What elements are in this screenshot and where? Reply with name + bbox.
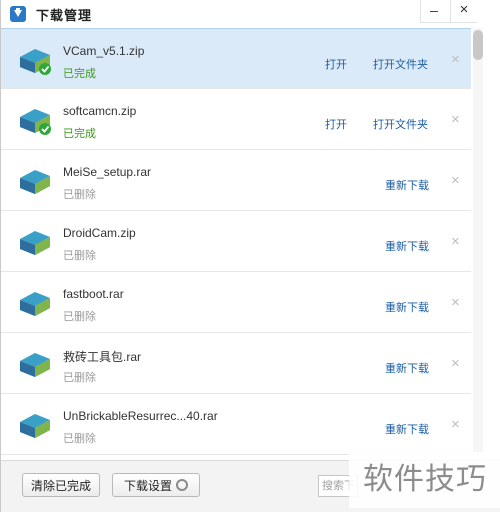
download-row-droidcam[interactable]: DroidCam.zip 已删除 重新下载 × bbox=[1, 211, 471, 272]
download-row-unbrick-toolkit[interactable]: 救砖工具包.rar 已删除 重新下载 × bbox=[1, 333, 471, 394]
green-check-icon bbox=[39, 63, 51, 75]
download-manager-window: 下载管理 – × VCam_v5.1.zip 已完成 打开 打开文件夹 × so… bbox=[0, 0, 500, 512]
download-row-fastboot[interactable]: fastboot.rar 已删除 重新下载 × bbox=[1, 272, 471, 333]
scrollbar-track[interactable] bbox=[473, 28, 483, 460]
archive-books-icon bbox=[20, 49, 51, 75]
window-right-margin bbox=[483, 0, 500, 460]
file-status: 已删除 bbox=[63, 250, 96, 262]
file-status: 已删除 bbox=[63, 433, 96, 445]
archive-books-icon bbox=[20, 109, 51, 135]
file-status: 已删除 bbox=[63, 189, 96, 201]
file-status: 已删除 bbox=[63, 311, 96, 323]
file-status: 已完成 bbox=[63, 128, 96, 140]
file-name: MeiSe_setup.rar bbox=[63, 165, 152, 179]
minimize-button[interactable]: – bbox=[420, 0, 447, 22]
file-name: softcamcn.zip bbox=[63, 104, 137, 118]
redownload-link[interactable]: 重新下载 bbox=[385, 177, 429, 193]
gear-icon bbox=[176, 479, 188, 491]
window-title: 下载管理 bbox=[36, 8, 93, 23]
clear-completed-label: 清除已完成 bbox=[30, 479, 91, 493]
archive-books-icon bbox=[20, 414, 50, 438]
download-row-unbrickable[interactable]: UnBrickableResurrec...40.rar 已删除 重新下载 × bbox=[1, 394, 471, 455]
archive-books-icon bbox=[20, 231, 50, 255]
delete-icon[interactable]: × bbox=[451, 416, 460, 433]
close-button[interactable]: × bbox=[450, 0, 477, 22]
download-row-vcam[interactable]: VCam_v5.1.zip 已完成 打开 打开文件夹 × bbox=[1, 28, 471, 89]
window-buttons-divider bbox=[420, 22, 477, 23]
file-name: fastboot.rar bbox=[63, 287, 124, 301]
open-folder-link[interactable]: 打开文件夹 bbox=[373, 56, 428, 72]
delete-icon[interactable]: × bbox=[451, 51, 460, 68]
file-status: 已删除 bbox=[63, 372, 96, 384]
file-name: 救砖工具包.rar bbox=[63, 350, 142, 364]
delete-icon[interactable]: × bbox=[451, 111, 460, 128]
file-name: VCam_v5.1.zip bbox=[63, 44, 145, 58]
clear-completed-button[interactable]: 清除已完成 bbox=[22, 473, 100, 497]
scrollbar-thumb[interactable] bbox=[473, 30, 483, 60]
delete-icon[interactable]: × bbox=[451, 233, 460, 250]
file-name: UnBrickableResurrec...40.rar bbox=[63, 409, 218, 423]
file-name: DroidCam.zip bbox=[63, 226, 136, 240]
archive-books-icon bbox=[20, 353, 50, 377]
delete-icon[interactable]: × bbox=[451, 294, 460, 311]
archive-books-icon bbox=[20, 170, 50, 194]
open-link[interactable]: 打开 bbox=[325, 116, 347, 132]
green-check-icon bbox=[39, 123, 51, 135]
download-row-meise[interactable]: MeiSe_setup.rar 已删除 重新下载 × bbox=[1, 150, 471, 211]
redownload-link[interactable]: 重新下载 bbox=[385, 238, 429, 254]
download-list: VCam_v5.1.zip 已完成 打开 打开文件夹 × softcamcn.z… bbox=[1, 28, 471, 458]
title-bar: 下载管理 – × bbox=[1, 0, 500, 28]
file-status: 已完成 bbox=[63, 68, 96, 80]
download-settings-label: 下载设置 bbox=[123, 479, 172, 493]
redownload-link[interactable]: 重新下载 bbox=[385, 421, 429, 437]
redownload-link[interactable]: 重新下载 bbox=[385, 360, 429, 376]
download-arrow-icon bbox=[10, 6, 26, 22]
delete-icon[interactable]: × bbox=[451, 172, 460, 189]
watermark: 软件技巧 bbox=[349, 452, 500, 508]
download-settings-button[interactable]: 下载设置 bbox=[112, 473, 200, 497]
download-row-softcamcn[interactable]: softcamcn.zip 已完成 打开 打开文件夹 × bbox=[1, 89, 471, 150]
archive-books-icon bbox=[20, 292, 50, 316]
delete-icon[interactable]: × bbox=[451, 355, 460, 372]
redownload-link[interactable]: 重新下载 bbox=[385, 299, 429, 315]
open-folder-link[interactable]: 打开文件夹 bbox=[373, 116, 428, 132]
open-link[interactable]: 打开 bbox=[325, 56, 347, 72]
